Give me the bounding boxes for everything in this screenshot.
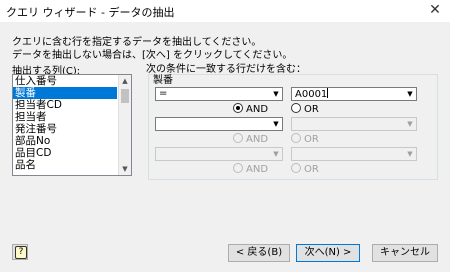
text-caret [327,88,329,98]
chevron-down-icon: ▼ [273,120,279,128]
and-radio-1[interactable]: AND [233,103,268,115]
or-label: OR [304,164,319,175]
value-select-2: ▼ [291,117,417,131]
cancel-button[interactable]: キャンセル [372,244,438,262]
value-select-3: ▼ [291,147,417,161]
close-icon[interactable]: ✕ [428,2,442,18]
operator-select-1[interactable]: = ▼ [155,87,283,101]
column-list-item[interactable]: 担当者 [13,111,117,123]
column-list-item[interactable]: 品目CD [13,147,117,159]
columns-listbox[interactable]: 仕入番号 製番 担当者CD 担当者 発注番号 部品No 品目CD 品名 ▲ ▼ [12,74,132,176]
scroll-up-icon[interactable]: ▲ [119,75,131,87]
scroll-down-icon[interactable]: ▼ [119,163,131,175]
chevron-down-icon: ▼ [273,90,279,98]
chevron-down-icon: ▼ [407,120,413,128]
column-list-item[interactable]: 製番 [13,87,117,99]
operator-select-2[interactable]: ▼ [155,117,283,131]
radio-empty-icon [233,133,243,143]
and-label: AND [246,104,269,115]
criteria-group: 製番 = ▼ A0001 ▼ AND OR ▼ ▼ AND OR ▼ ▼ AND [148,74,438,180]
columns-list: 仕入番号 製番 担当者CD 担当者 発注番号 部品No 品目CD 品名 [13,75,117,171]
or-label: OR [304,104,319,115]
value-select-1[interactable]: A0001 ▼ [291,87,417,101]
operator-value-1: = [159,88,168,99]
scroll-thumb[interactable] [121,89,129,103]
or-radio-1[interactable]: OR [291,103,319,115]
radio-empty-icon [291,103,301,113]
and-radio-2: AND [233,133,268,145]
column-list-item[interactable]: 仕入番号 [13,75,117,87]
title-bar: クエリ ウィザード - データの抽出 ✕ [0,0,450,23]
back-button[interactable]: < 戻る(B) [228,244,290,262]
radio-empty-icon [291,133,301,143]
operator-select-3: ▼ [155,147,283,161]
or-radio-2: OR [291,133,319,145]
and-radio-3: AND [233,163,268,175]
radio-empty-icon [291,163,301,173]
help-button[interactable]: ? [12,244,28,260]
next-button[interactable]: 次へ(N) > [296,244,360,262]
help-icon: ? [15,246,27,259]
chevron-down-icon: ▼ [407,90,413,98]
column-list-item[interactable]: 部品No [13,135,117,147]
instruction-line-2: データを抽出しない場合は、[次へ] をクリックしてください。 [12,50,293,61]
radio-empty-icon [233,163,243,173]
column-list-item[interactable]: 担当者CD [13,99,117,111]
and-label: AND [246,134,269,145]
and-label: AND [246,164,269,175]
column-list-item[interactable]: 品名 [13,159,117,171]
columns-scrollbar[interactable]: ▲ ▼ [118,75,131,175]
value-text-1: A0001 [295,88,329,100]
radio-selected-icon [233,103,243,113]
column-list-item[interactable]: 発注番号 [13,123,117,135]
or-label: OR [304,134,319,145]
window-title: クエリ ウィザード - データの抽出 [6,6,175,19]
chevron-down-icon: ▼ [273,150,279,158]
chevron-down-icon: ▼ [407,150,413,158]
or-radio-3: OR [291,163,319,175]
criteria-field-name: 製番 [153,75,173,86]
